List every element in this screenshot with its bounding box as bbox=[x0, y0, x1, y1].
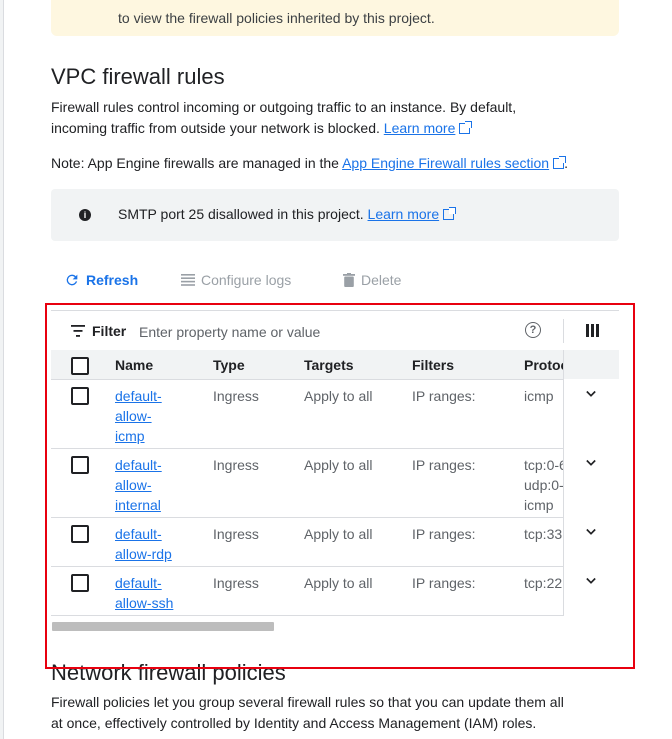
rule-name-part[interactable]: default- bbox=[115, 386, 162, 406]
rule-type: Ingress bbox=[213, 575, 259, 591]
column-display-options-icon[interactable] bbox=[586, 324, 599, 337]
horizontal-scrollbar[interactable] bbox=[52, 622, 274, 631]
rule-name-part[interactable]: allow- bbox=[115, 406, 162, 426]
refresh-button[interactable]: Refresh bbox=[64, 272, 138, 288]
protocol-value: tcp:33 bbox=[524, 526, 563, 542]
rule-type: Ingress bbox=[213, 457, 259, 473]
protocol-value: tcp:0-6 bbox=[524, 457, 567, 473]
notice-text-wrap: SMTP port 25 disallowed in this project.… bbox=[118, 206, 457, 222]
list-icon bbox=[181, 274, 195, 286]
column-header-type[interactable]: Type bbox=[213, 357, 245, 373]
protocol-value: icmp bbox=[524, 388, 554, 404]
chevron-down-icon[interactable] bbox=[586, 576, 596, 586]
external-link-icon bbox=[459, 121, 473, 134]
protocol-value: udp:0- bbox=[524, 477, 564, 493]
smtp-notice: i SMTP port 25 disallowed in this projec… bbox=[51, 189, 619, 241]
chevron-down-icon[interactable] bbox=[586, 458, 596, 468]
rule-name-link[interactable]: default- allow-ssh bbox=[115, 573, 173, 613]
rule-type: Ingress bbox=[213, 388, 259, 404]
rule-protocols: tcp:22 bbox=[524, 573, 562, 593]
filter-input[interactable] bbox=[137, 320, 511, 344]
divider bbox=[563, 319, 564, 343]
rule-filters: IP ranges: bbox=[412, 575, 476, 591]
rule-name-part[interactable]: default- bbox=[115, 455, 162, 475]
row-checkbox[interactable] bbox=[71, 387, 89, 405]
column-header-targets[interactable]: Targets bbox=[304, 357, 354, 373]
rule-protocols: icmp bbox=[524, 386, 554, 406]
rule-filters: IP ranges: bbox=[412, 388, 476, 404]
info-icon: i bbox=[79, 209, 91, 221]
vpc-description: Firewall rules control incoming or outgo… bbox=[51, 97, 551, 139]
filter-bar: Filter ? bbox=[51, 310, 619, 352]
notice-text: SMTP port 25 disallowed in this project. bbox=[118, 206, 364, 222]
column-header-filters[interactable]: Filters bbox=[412, 357, 454, 373]
row-checkbox[interactable] bbox=[71, 525, 89, 543]
table-row: default- allow- icmp Ingress Apply to al… bbox=[51, 380, 619, 449]
app-engine-firewall-link[interactable]: App Engine Firewall rules section bbox=[342, 155, 549, 171]
rule-filters: IP ranges: bbox=[412, 526, 476, 542]
network-description: Firewall policies let you group several … bbox=[51, 694, 564, 731]
table-row: default- allow- internal Ingress Apply t… bbox=[51, 449, 619, 518]
rule-name-link[interactable]: default- allow- icmp bbox=[115, 386, 162, 446]
left-rail bbox=[0, 0, 4, 739]
column-header-protocols[interactable]: Protoc bbox=[524, 357, 568, 373]
table-row: default- allow-ssh Ingress Apply to all … bbox=[51, 567, 619, 616]
expand-column-header bbox=[563, 350, 619, 379]
rule-name-link[interactable]: default- allow- internal bbox=[115, 455, 162, 515]
chevron-down-icon[interactable] bbox=[586, 527, 596, 537]
rule-targets: Apply to all bbox=[304, 457, 373, 473]
trash-icon bbox=[343, 273, 355, 287]
select-all-checkbox[interactable] bbox=[71, 357, 89, 375]
rule-name-part[interactable]: allow-rdp bbox=[115, 544, 172, 564]
rule-protocols: tcp:0-6 udp:0- icmp bbox=[524, 455, 567, 515]
inherited-policies-banner: to view the firewall policies inherited … bbox=[51, 0, 619, 36]
note-prefix: Note: App Engine firewalls are managed i… bbox=[51, 155, 339, 171]
rule-filters: IP ranges: bbox=[412, 457, 476, 473]
rule-name-part[interactable]: allow-ssh bbox=[115, 593, 173, 613]
column-header-name[interactable]: Name bbox=[115, 357, 153, 373]
rule-type: Ingress bbox=[213, 526, 259, 542]
row-checkbox[interactable] bbox=[71, 574, 89, 592]
rule-name-part[interactable]: default- bbox=[115, 524, 172, 544]
external-link-icon bbox=[443, 207, 457, 220]
app-engine-note: Note: App Engine firewalls are managed i… bbox=[51, 153, 568, 174]
learn-more-link[interactable]: Learn more bbox=[384, 120, 456, 136]
rule-targets: Apply to all bbox=[304, 575, 373, 591]
network-firewall-title: Network firewall policies bbox=[51, 660, 286, 685]
rule-name-part[interactable]: allow- bbox=[115, 475, 162, 495]
external-link-icon bbox=[553, 156, 567, 169]
delete-label: Delete bbox=[361, 272, 402, 288]
firewall-rules-table: Name Type Targets Filters Protoc default… bbox=[51, 350, 619, 630]
help-icon[interactable]: ? bbox=[525, 322, 541, 338]
configure-logs-label: Configure logs bbox=[201, 272, 292, 288]
chevron-down-icon[interactable] bbox=[586, 389, 596, 399]
rule-name-part[interactable]: default- bbox=[115, 573, 173, 593]
protocol-value: tcp:22 bbox=[524, 575, 563, 591]
notice-learn-more-link[interactable]: Learn more bbox=[368, 206, 440, 222]
protocol-value: icmp bbox=[524, 497, 554, 513]
rule-name-part[interactable]: icmp bbox=[115, 426, 162, 446]
vpc-firewall-title: VPC firewall rules bbox=[51, 64, 225, 89]
rule-protocols: tcp:33 bbox=[524, 524, 562, 544]
refresh-icon bbox=[66, 274, 78, 286]
table-toolbar: Refresh Configure logs Delete bbox=[51, 272, 619, 296]
rule-targets: Apply to all bbox=[304, 526, 373, 542]
rule-name-link[interactable]: default- allow-rdp bbox=[115, 524, 172, 564]
filter-label: Filter bbox=[92, 323, 127, 339]
table-header: Name Type Targets Filters Protoc bbox=[51, 350, 619, 380]
refresh-label: Refresh bbox=[86, 272, 139, 288]
filter-icon bbox=[71, 325, 85, 337]
banner-text: to view the firewall policies inherited … bbox=[118, 10, 435, 26]
rule-name-part[interactable]: internal bbox=[115, 495, 162, 515]
rule-targets: Apply to all bbox=[304, 388, 373, 404]
table-row: default- allow-rdp Ingress Apply to all … bbox=[51, 518, 619, 567]
delete-button[interactable]: Delete bbox=[343, 272, 401, 288]
configure-logs-button[interactable]: Configure logs bbox=[181, 272, 291, 288]
row-checkbox[interactable] bbox=[71, 456, 89, 474]
